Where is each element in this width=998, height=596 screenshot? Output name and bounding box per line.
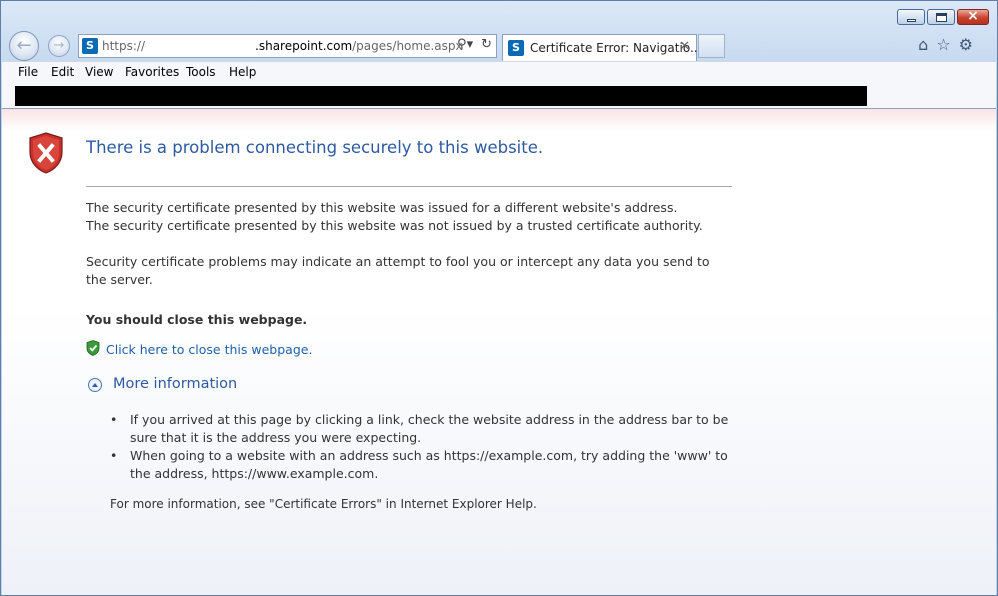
close-icon: × (967, 8, 979, 24)
sharepoint-icon: S (82, 38, 98, 54)
back-button[interactable]: ← (9, 31, 39, 61)
new-tab-button[interactable] (698, 34, 725, 58)
home-icon[interactable]: ⌂ (918, 35, 928, 54)
menu-help[interactable]: Help (229, 65, 256, 79)
more-information-list: • If you arrived at this page by clicking… (110, 411, 730, 483)
cert-issue-authority: The security certificate presented by th… (86, 218, 703, 233)
browser-window: × ← → S https:// .sharepoint.com/pages/ho… (0, 0, 998, 596)
menu-bar: File Edit View Favorites Tools Help (2, 61, 996, 84)
green-shield-check-icon (86, 340, 100, 356)
close-webpage-link[interactable]: Click here to close this webpage. (106, 342, 312, 357)
tab-title: Certificate Error: Navigatio... (530, 41, 702, 55)
list-item-text: If you arrived at this page by clicking … (130, 412, 729, 445)
menu-edit[interactable]: Edit (51, 65, 74, 79)
forward-icon: → (53, 38, 65, 53)
cert-warning-text: Security certificate problems may indica… (86, 254, 710, 287)
error-shield-icon (29, 132, 63, 174)
redacted-region (15, 86, 867, 106)
toolbar-icons: ⌂ ☆ ⚙ (918, 35, 973, 54)
navigation-bar: ← → S https:// .sharepoint.com/pages/home… (9, 31, 989, 61)
cert-issue-address: The security certificate presented by th… (86, 200, 678, 215)
list-item-text: When going to a website with an address … (130, 448, 728, 481)
menu-tools[interactable]: Tools (186, 65, 216, 79)
chevron-up-icon[interactable] (88, 378, 102, 392)
address-tools: ⚲▾ ↻ (457, 37, 492, 52)
list-item: • When going to a website with an address… (110, 447, 730, 483)
search-icon[interactable]: ⚲▾ (457, 37, 473, 52)
favorites-star-icon[interactable]: ☆ (936, 35, 950, 54)
url-redacted (145, 42, 255, 50)
tab-close-icon[interactable]: ✕ (679, 39, 690, 54)
maximize-button[interactable] (927, 9, 955, 25)
address-bar[interactable]: S https:// .sharepoint.com/pages/home.asp… (78, 34, 497, 58)
list-item: • If you arrived at this page by clicking… (110, 411, 730, 447)
error-page: There is a problem connecting securely t… (2, 109, 996, 595)
sharepoint-icon: S (508, 40, 524, 56)
forward-button[interactable]: → (48, 35, 70, 57)
tab-certificate-error[interactable]: S Certificate Error: Navigatio... ✕ (502, 34, 701, 61)
favorites-bar (2, 84, 996, 109)
address-url[interactable]: https:// .sharepoint.com/pages/home.aspx (102, 39, 463, 53)
menu-view[interactable]: View (85, 65, 113, 79)
url-host: .sharepoint.com (255, 39, 353, 53)
bullet-dot: • (110, 448, 118, 463)
close-window-button[interactable]: × (957, 8, 989, 25)
back-icon: ← (16, 35, 32, 56)
maximize-icon (936, 13, 947, 22)
window-caption-buttons: × (897, 8, 989, 25)
page-title: There is a problem connecting securely t… (86, 138, 544, 157)
help-text: For more information, see "Certificate E… (110, 497, 537, 511)
url-path: /pages/home.aspx (352, 39, 463, 53)
refresh-icon[interactable]: ↻ (481, 37, 492, 52)
more-information-label[interactable]: More information (113, 376, 237, 392)
bullet-dot: • (110, 412, 118, 427)
title-divider (86, 186, 732, 187)
minimize-icon (907, 19, 916, 22)
url-scheme: https:// (102, 39, 146, 53)
settings-gear-icon[interactable]: ⚙ (959, 35, 973, 54)
recommendation-text: You should close this webpage. (86, 312, 308, 327)
menu-file[interactable]: File (18, 65, 38, 79)
minimize-button[interactable] (897, 9, 925, 25)
menu-favorites[interactable]: Favorites (125, 65, 179, 79)
